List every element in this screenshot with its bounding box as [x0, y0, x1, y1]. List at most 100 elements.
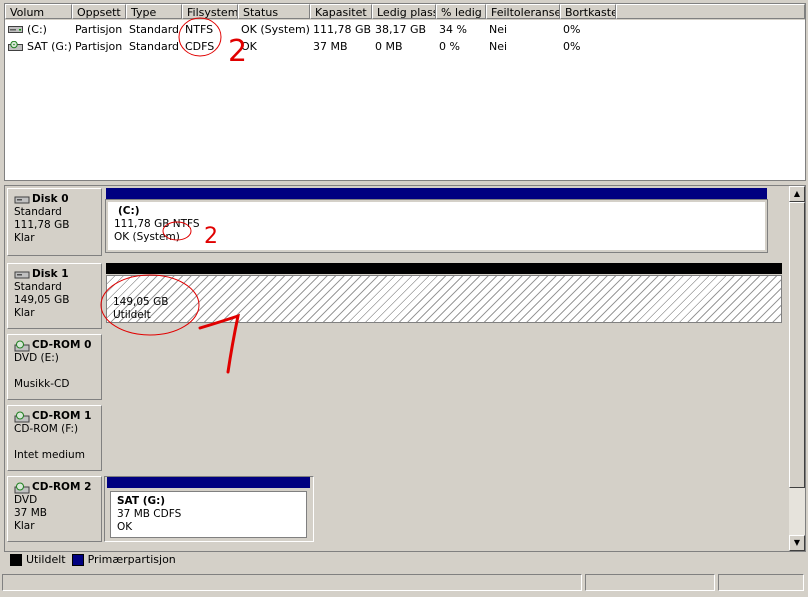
status-pane: [718, 574, 804, 591]
cd-drive-icon: [14, 340, 30, 351]
partition-size-fs: 37 MB CDFS: [117, 508, 182, 520]
disk-type: CD-ROM (F:): [14, 423, 79, 435]
disk-label-disk-1[interactable]: Disk 1 Standard 149,05 GB Klar: [7, 263, 102, 329]
volume-layout: Partisjon: [75, 23, 123, 36]
volume-free-space: 38,17 GB: [375, 23, 427, 36]
volume-name: (C:): [27, 23, 47, 36]
volume-free-space: 0 MB: [375, 40, 403, 53]
volume-overhead: 0%: [563, 40, 581, 53]
volume-status: OK: [241, 40, 257, 53]
volume-filesystem: CDFS: [185, 40, 215, 53]
primary-partition-bar: [106, 188, 767, 199]
column-header-overhead[interactable]: Bortkastet: [560, 4, 616, 19]
disk-row-disk-0: Disk 0 Standard 111,78 GB Klar (C:) 111,…: [5, 186, 789, 258]
volume-name: SAT (G:): [27, 40, 72, 53]
scroll-up-button[interactable]: ▲: [789, 186, 805, 202]
unallocated-space[interactable]: 149,05 GB Utildelt: [106, 275, 782, 323]
cd-drive-icon: [14, 482, 30, 493]
volume-percent-free: 34 %: [439, 23, 467, 36]
drive-icon: [8, 26, 23, 33]
disk-area-cdrom-2: SAT (G:) 37 MB CDFS OK: [104, 476, 314, 542]
volume-filesystem: NTFS: [185, 23, 214, 36]
disk-row-cdrom-1: CD-ROM 1 CD-ROM (F:) Intet medium: [5, 403, 789, 471]
disk-type: DVD: [14, 494, 38, 506]
status-bar: [0, 572, 808, 592]
partition-c[interactable]: (C:) 111,78 GB NTFS OK (System): [105, 199, 768, 253]
status-pane: [585, 574, 715, 591]
unallocated-bar: [106, 263, 782, 274]
volume-status: OK (System): [241, 23, 310, 36]
column-header-volume[interactable]: Volum: [5, 4, 72, 19]
disk-label-cdrom-0[interactable]: CD-ROM 0 DVD (E:) Musikk-CD: [7, 334, 102, 400]
primary-swatch: [71, 553, 84, 566]
column-header-row: Volum Oppsett Type Filsystem Status Kapa…: [5, 4, 805, 20]
disk-row-disk-1: Disk 1 Standard 149,05 GB Klar 149,05 GB…: [5, 261, 789, 329]
disk-label-cdrom-2[interactable]: CD-ROM 2 DVD 37 MB Klar: [7, 476, 102, 542]
disk-type: Standard: [14, 281, 62, 293]
disk-name: CD-ROM 1: [32, 410, 92, 422]
volume-fault-tolerance: Nei: [489, 23, 508, 36]
disk-name: Disk 0: [32, 193, 69, 205]
disk-area-disk-0: (C:) 111,78 GB NTFS OK (System): [104, 188, 774, 256]
unallocated-size: 149,05 GB: [113, 296, 169, 308]
partition-size-fs: 111,78 GB NTFS: [114, 218, 200, 230]
hard-disk-icon: [14, 196, 30, 203]
disk-size: 149,05 GB: [14, 294, 70, 306]
column-header-filler: [616, 4, 805, 19]
legend-label: Utildelt: [26, 552, 66, 566]
disk-name: CD-ROM 2: [32, 481, 92, 493]
partition-sat-g[interactable]: SAT (G:) 37 MB CDFS OK: [110, 491, 307, 538]
volume-row[interactable]: SAT (G:) Partisjon Standard CDFS OK 37 M…: [5, 38, 805, 55]
volume-type: Standard: [129, 40, 180, 53]
primary-partition-bar: [107, 477, 310, 488]
disk-status: Klar: [14, 307, 35, 319]
column-header-fault-tolerance[interactable]: Feiltoleranse: [486, 4, 560, 19]
volume-overhead: 0%: [563, 23, 581, 36]
hard-disk-icon: [14, 271, 30, 278]
vertical-scrollbar[interactable]: ▲ ▼: [789, 186, 805, 551]
disk-status: Intet medium: [14, 449, 85, 461]
disk-name: CD-ROM 0: [32, 339, 92, 351]
disk-status: Klar: [14, 232, 35, 244]
column-header-status[interactable]: Status: [238, 4, 310, 19]
disk-row-cdrom-2: CD-ROM 2 DVD 37 MB Klar SAT (G:) 37 MB C…: [5, 474, 789, 542]
column-header-filesystem[interactable]: Filsystem: [182, 4, 238, 19]
volume-row[interactable]: (C:) Partisjon Standard NTFS OK (System)…: [5, 21, 805, 38]
disk-name: Disk 1: [32, 268, 69, 280]
status-pane: [2, 574, 582, 591]
volume-type: Standard: [129, 23, 180, 36]
volume-fault-tolerance: Nei: [489, 40, 508, 53]
legend: Utildelt Primærpartisjon: [4, 550, 808, 568]
legend-label: Primærpartisjon: [87, 552, 176, 566]
partition-title: SAT (G:): [117, 495, 166, 507]
scroll-down-button[interactable]: ▼: [789, 535, 805, 551]
scroll-thumb[interactable]: [789, 202, 805, 488]
disk-map-panel: Disk 0 Standard 111,78 GB Klar (C:) 111,…: [4, 185, 806, 552]
volume-percent-free: 0 %: [439, 40, 460, 53]
partition-status: OK (System): [114, 231, 180, 243]
partition-title: (C:): [118, 205, 140, 217]
disk-label-disk-0[interactable]: Disk 0 Standard 111,78 GB Klar: [7, 188, 102, 256]
disk-size: 111,78 GB: [14, 219, 70, 231]
disk-status: Klar: [14, 520, 35, 532]
disk-type: Standard: [14, 206, 62, 218]
disk-status: Musikk-CD: [14, 378, 70, 390]
legend-item-primary: Primærpartisjon: [71, 552, 176, 566]
volume-layout: Partisjon: [75, 40, 123, 53]
column-header-free-space[interactable]: Ledig plass: [372, 4, 436, 19]
column-header-layout[interactable]: Oppsett: [72, 4, 126, 19]
volume-capacity: 111,78 GB: [313, 23, 372, 36]
disk-row-cdrom-0: CD-ROM 0 DVD (E:) Musikk-CD: [5, 332, 789, 400]
volume-capacity: 37 MB: [313, 40, 348, 53]
cd-drive-icon: [8, 41, 23, 51]
disk-size: 37 MB: [14, 507, 47, 519]
legend-item-unallocated: Utildelt: [10, 553, 66, 566]
volume-list[interactable]: Volum Oppsett Type Filsystem Status Kapa…: [4, 3, 806, 181]
column-header-percent-free[interactable]: % ledig: [436, 4, 486, 19]
column-header-capacity[interactable]: Kapasitet: [310, 4, 372, 19]
unallocated-label: Utildelt: [113, 309, 151, 321]
disk-label-cdrom-1[interactable]: CD-ROM 1 CD-ROM (F:) Intet medium: [7, 405, 102, 471]
disk-type: DVD (E:): [14, 352, 59, 364]
partition-status: OK: [117, 521, 133, 533]
column-header-type[interactable]: Type: [126, 4, 182, 19]
